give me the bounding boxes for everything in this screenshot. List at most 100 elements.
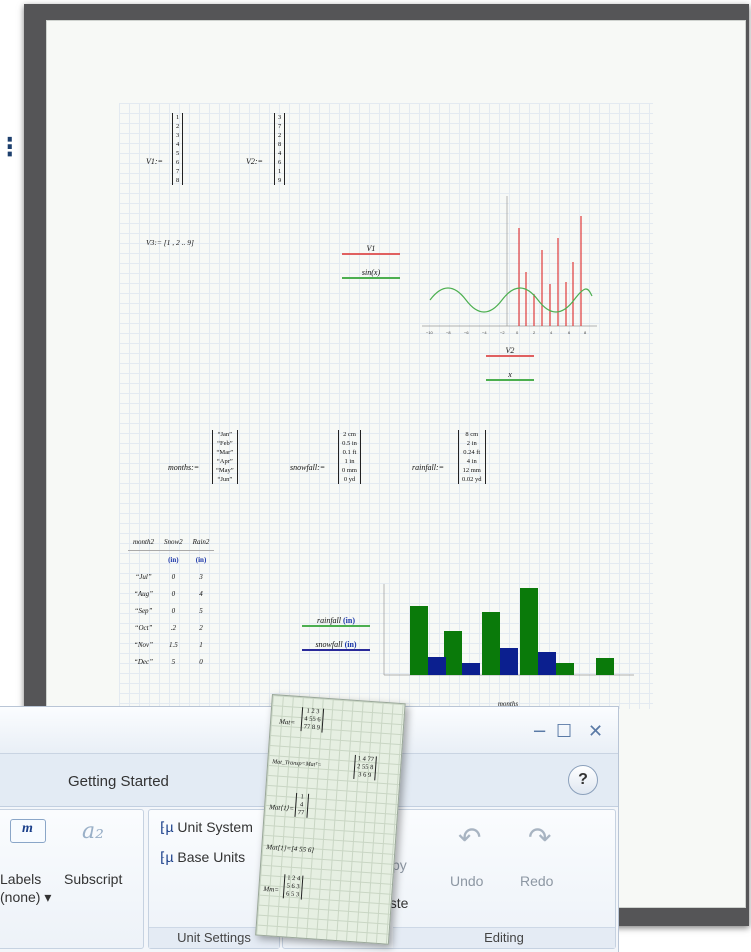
table-cell: 1	[199, 640, 203, 649]
labels-button[interactable]: Labels	[0, 871, 41, 887]
table-cell: “Aug”	[133, 589, 154, 598]
mat-transp-matrix: 1 4 77 2 55 83 6 9	[353, 754, 378, 781]
svg-text:8: 8	[584, 330, 587, 335]
matrix-cell: 0.1 ft	[342, 449, 357, 456]
matrix-cell: 8 cm	[465, 431, 479, 438]
v1-matrix[interactable]: 1 2 3 4 5 6 7 8	[172, 113, 184, 185]
matrix-cell: 3	[278, 114, 282, 121]
v3-definition[interactable]: V3:= [1 , 2 .. 9]	[146, 238, 194, 247]
bar-plot-rainfall-label[interactable]: rainfall (in)	[302, 616, 370, 627]
bar-plot-snowfall-label[interactable]: snowfall (in)	[302, 640, 370, 651]
matrix-cell: “Feb”	[217, 440, 233, 447]
matrix-cell: 12 mm	[462, 467, 481, 474]
svg-text:−4: −4	[482, 330, 487, 335]
table-header: Snow2	[159, 533, 188, 551]
matrix-cell: 4	[176, 141, 180, 148]
undo-icon: ↶	[458, 821, 482, 854]
plot-x-label-v2[interactable]: V2	[486, 346, 534, 357]
matrix-cell: 3	[176, 132, 180, 139]
mat-col-matrix: 1 4 77	[294, 792, 309, 818]
minimize-icon[interactable]: −	[532, 721, 547, 742]
unit-system-button[interactable]: ⁅µ Unit System	[160, 819, 253, 836]
matrix-row: 6 5 3	[285, 890, 300, 899]
matrix-cell: “Jun”	[217, 476, 233, 483]
matrix-cell: “Apr”	[216, 458, 233, 465]
cursor-icon: ⁝	[5, 130, 15, 165]
matrix-cell: 8	[278, 141, 282, 148]
matrix-row: 3 6 9	[357, 771, 372, 780]
snowfall-matrix[interactable]: 2 cm 0.5 in 0.1 ft 1 in 0 mm 0 yd	[338, 430, 361, 484]
matrix-cell: 0.24 ft	[463, 449, 481, 456]
matrix-cell: 7	[176, 168, 180, 175]
unit-icon: ⁅µ	[160, 849, 174, 865]
redo-button[interactable]: Redo	[520, 873, 553, 889]
table-row[interactable]: “Aug” 0 4	[128, 585, 214, 602]
subscript-button[interactable]: Subscript	[64, 871, 122, 887]
matrix-cell: 7	[278, 123, 282, 130]
mat-col-label: Mat⟨1⟩=	[268, 803, 295, 813]
xy-plot[interactable]: −10 −8 −6 −4 −2 0 2 4 6 8	[412, 188, 602, 346]
table-cell: 0	[171, 572, 176, 581]
table-row[interactable]: “Sep” 0 5	[128, 602, 214, 619]
data-table[interactable]: month2 Snow2 Rain2 (in) (in) “Jul” 0 3 “Aug” 0 4…	[128, 533, 215, 670]
table-unit	[128, 551, 159, 569]
bar-plot[interactable]	[374, 580, 636, 680]
tab-getting-started[interactable]: Getting Started	[68, 773, 169, 790]
help-button[interactable]: ?	[568, 765, 598, 795]
matrix-cell: “Jan”	[217, 431, 233, 438]
table-unit: (in)	[168, 555, 179, 564]
matrix-cell: 1 in	[344, 458, 355, 465]
maximize-icon[interactable]: ☐	[556, 721, 572, 742]
matrix-cell: 4 in	[466, 458, 477, 465]
undo-button[interactable]: Undo	[450, 873, 483, 889]
svg-text:4: 4	[550, 330, 553, 335]
table-cell: 2	[199, 623, 203, 632]
svg-text:−8: −8	[446, 330, 451, 335]
labels-icon: m	[10, 819, 46, 843]
matrix-cell: 77	[297, 809, 305, 817]
table-row[interactable]: “Nov” 1.5 1	[128, 636, 214, 653]
plot-y-label-sin[interactable]: sin(x)	[342, 268, 400, 279]
close-icon[interactable]: ✕	[588, 721, 603, 742]
table-header: Rain2	[187, 533, 215, 551]
table-row[interactable]: “Jul” 0 3	[128, 568, 214, 585]
months-matrix[interactable]: “Jan” “Feb” “Mar” “Apr” “May” “Jun”	[212, 430, 238, 484]
table-cell: “Sep”	[134, 606, 153, 615]
table-row[interactable]: “Oct” .2 2	[128, 619, 214, 636]
table-cell: 5	[171, 657, 176, 666]
editing-group-label: Editing	[393, 927, 615, 948]
matrix-cell: 2	[278, 132, 282, 139]
matrix-cell: 2	[176, 123, 180, 130]
table-cell: 0	[171, 606, 176, 615]
table-cell: 5	[199, 606, 203, 615]
table-cell: 1.5	[168, 640, 178, 649]
mat-matrix: 1 2 34 55 6 77 8 9	[300, 707, 325, 733]
matrix-cell: 2 cm	[343, 431, 356, 438]
matrix-cell: 5	[176, 150, 180, 157]
plot-y-label-v1[interactable]: V1	[342, 244, 400, 255]
matrix-cell: 9	[278, 177, 282, 184]
mm-matrix: 1 2 45 6 36 5 3	[282, 874, 304, 900]
matrix-cell: 1	[176, 114, 180, 121]
table-cell: 0	[199, 657, 203, 666]
mat-row-label: Mat[1]=[4 55 6]	[266, 842, 315, 855]
rainfall-label: rainfall:=	[412, 463, 445, 472]
table-unit: (in)	[195, 555, 207, 564]
redo-icon: ↷	[528, 821, 552, 854]
labels-dropdown[interactable]: (none) ▾	[0, 889, 51, 906]
table-row[interactable]: “Dec” 5 0	[128, 653, 214, 670]
mat-transp-label: Mat_Transp=Matᵀ=	[272, 759, 322, 769]
plot-x-label-x[interactable]: x	[486, 370, 534, 381]
svg-text:2: 2	[533, 330, 536, 335]
mat-label: Mat=	[278, 717, 296, 727]
table-cell: “Jul”	[135, 572, 152, 581]
table-cell: 3	[199, 572, 203, 581]
subscript-icon: a₂	[82, 819, 104, 844]
matrix-cell: 4	[278, 150, 282, 157]
rainfall-matrix[interactable]: 8 cm 2 in 0.24 ft 4 in 12 mm 0.02 yd	[458, 430, 486, 484]
table-cell: “Dec”	[133, 657, 154, 666]
months-label: months:=	[168, 463, 200, 472]
base-units-button[interactable]: ⁅µ Base Units	[160, 849, 245, 866]
v2-matrix[interactable]: 3 7 2 8 4 6 1 9	[274, 113, 286, 185]
table-cell: 0	[171, 589, 176, 598]
